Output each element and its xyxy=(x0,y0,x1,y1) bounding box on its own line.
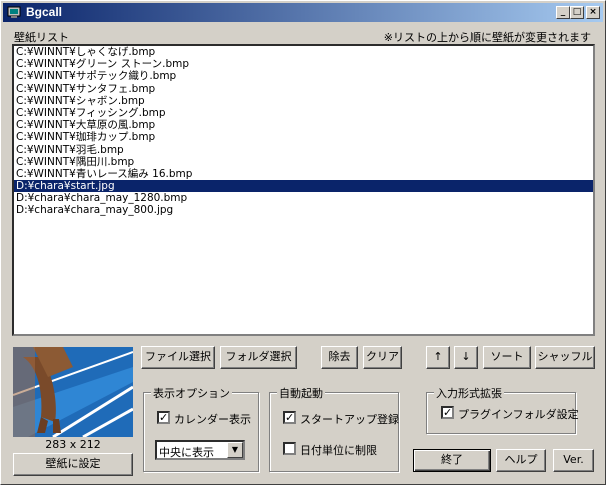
set-wallpaper-button[interactable]: 壁紙に設定 xyxy=(13,453,133,476)
down-button[interactable]: ↓ xyxy=(454,346,478,369)
check-icon: ✓ xyxy=(443,406,453,419)
check-icon: ✓ xyxy=(285,411,295,424)
up-button[interactable]: ↑ xyxy=(426,346,450,369)
plugin-folder-label: プラグインフォルダ設定 xyxy=(458,408,579,421)
maximize-icon[interactable]: □ xyxy=(570,6,584,19)
list-item[interactable]: C:¥WINNT¥フィッシング.bmp xyxy=(14,107,593,119)
app-icon xyxy=(7,6,21,18)
display-options-group: 表示オプション xyxy=(143,385,259,472)
exit-button[interactable]: 終了 xyxy=(413,449,491,472)
list-item[interactable]: D:¥chara¥start.jpg xyxy=(14,180,593,193)
plugin-folder-checkbox[interactable]: ✓ xyxy=(441,406,454,419)
calendar-checkbox[interactable]: ✓ xyxy=(157,411,170,424)
startup-label: スタートアップ登録 xyxy=(300,413,399,426)
list-item[interactable]: C:¥WINNT¥珈琲カップ.bmp xyxy=(14,131,593,143)
help-button[interactable]: ヘルプ xyxy=(496,449,546,472)
position-select[interactable]: 中央に表示 ▼ xyxy=(155,440,245,460)
wallpaper-list[interactable]: C:¥WINNT¥しゃくなげ.bmp C:¥WINNT¥グリーン ストーン.bmp… xyxy=(12,44,595,336)
athlete-image xyxy=(13,347,133,437)
check-icon: ✓ xyxy=(159,411,169,424)
hint-text: ※リストの上から順に壁紙が変更されます xyxy=(383,31,591,44)
main-window: Bgcall _ □ × 壁紙リスト ※リストの上から順に壁紙が変更されます C… xyxy=(0,0,606,485)
display-options-title: 表示オプション xyxy=(151,385,232,401)
thumb-size: 283 x 212 xyxy=(45,438,101,451)
list-header: 壁紙リスト xyxy=(14,31,69,44)
list-item[interactable]: D:¥chara¥chara_may_1280.bmp xyxy=(14,192,593,204)
title-bar[interactable]: Bgcall _ □ × xyxy=(3,3,603,22)
list-item[interactable]: C:¥WINNT¥大草原の風.bmp xyxy=(14,119,593,131)
list-item[interactable]: C:¥WINNT¥青いレース編み 16.bmp xyxy=(14,168,593,180)
list-item[interactable]: C:¥WINNT¥サンタフェ.bmp xyxy=(14,83,593,95)
thumbnail-preview xyxy=(13,347,133,437)
chevron-down-icon[interactable]: ▼ xyxy=(227,442,243,458)
shuffle-button[interactable]: シャッフル xyxy=(535,346,595,369)
close-icon[interactable]: × xyxy=(586,6,600,19)
sort-button[interactable]: ソート xyxy=(483,346,531,369)
ver-button[interactable]: Ver. xyxy=(553,449,594,472)
clear-button[interactable]: クリア xyxy=(363,346,402,369)
remove-button[interactable]: 除去 xyxy=(321,346,358,369)
file-select-button[interactable]: ファイル選択 xyxy=(141,346,215,369)
list-item[interactable]: C:¥WINNT¥グリーン ストーン.bmp xyxy=(14,58,593,70)
input-ext-title: 入力形式拡張 xyxy=(434,385,504,401)
list-item[interactable]: C:¥WINNT¥サポテック織り.bmp xyxy=(14,70,593,82)
minimize-icon[interactable]: _ xyxy=(556,6,570,19)
autostart-group: 自動起動 xyxy=(269,385,399,472)
autostart-title: 自動起動 xyxy=(277,385,325,401)
list-item[interactable]: C:¥WINNT¥羽毛.bmp xyxy=(14,144,593,156)
startup-checkbox[interactable]: ✓ xyxy=(283,411,296,424)
list-item[interactable]: C:¥WINNT¥しゃくなげ.bmp xyxy=(14,46,593,58)
daily-limit-checkbox[interactable] xyxy=(283,442,296,455)
list-item[interactable]: D:¥chara¥chara_may_800.jpg xyxy=(14,204,593,216)
calendar-label: カレンダー表示 xyxy=(174,413,251,426)
position-select-value: 中央に表示 xyxy=(159,446,214,459)
list-item[interactable]: C:¥WINNT¥シャボン.bmp xyxy=(14,95,593,107)
window-title: Bgcall xyxy=(26,5,63,19)
daily-limit-label: 日付単位に制限 xyxy=(300,444,377,457)
folder-select-button[interactable]: フォルダ選択 xyxy=(220,346,297,369)
list-item[interactable]: C:¥WINNT¥隅田川.bmp xyxy=(14,156,593,168)
